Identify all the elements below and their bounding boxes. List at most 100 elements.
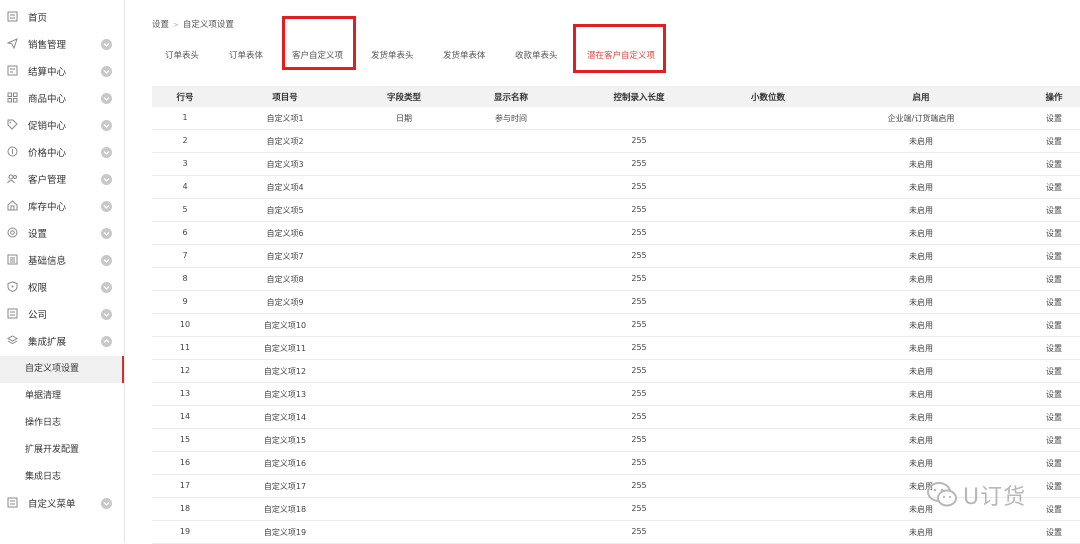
settings-link[interactable]: 设置 (1046, 182, 1062, 193)
table-cell: 未启用 (909, 183, 933, 192)
shield-icon (7, 281, 18, 292)
settings-link[interactable]: 设置 (1046, 527, 1062, 538)
company-icon (7, 308, 18, 319)
table-cell: 自定义项8 (266, 275, 304, 284)
table-cell: 6 (182, 228, 188, 237)
table-cell: 11 (179, 343, 191, 352)
breadcrumb: 设置 > 自定义项设置 (152, 18, 234, 30)
settings-link[interactable]: 设置 (1046, 320, 1062, 331)
sidebar-subitem-label: 自定义项设置 (25, 364, 80, 374)
table-cell: 未启用 (909, 459, 933, 468)
chevron-down-icon[interactable] (101, 39, 112, 50)
sidebar-item[interactable]: 集成扩展 (0, 329, 124, 356)
table-row: 16 自定义项16 255 未启用 设置 (152, 452, 1080, 475)
column-header: 项目号 (272, 93, 298, 103)
chevron-down-icon[interactable] (101, 147, 112, 158)
table-cell: 日期 (396, 114, 412, 123)
chevron-down-icon[interactable] (101, 66, 112, 77)
sidebar-subitem[interactable]: 扩展开发配置 (0, 437, 122, 464)
breadcrumb-root[interactable]: 设置 (152, 20, 169, 30)
chevron-down-icon[interactable] (101, 174, 112, 185)
sidebar-item[interactable]: 公司 (0, 302, 124, 329)
chevron-down-icon[interactable] (101, 255, 112, 266)
table-cell: 自定义项17 (263, 482, 307, 491)
sidebar-item[interactable]: 库存中心 (0, 194, 124, 221)
table-cell: 16 (179, 458, 191, 467)
settings-link[interactable]: 设置 (1046, 343, 1062, 354)
sidebar-item-label: 库存中心 (28, 202, 67, 213)
table-cell: 255 (631, 159, 647, 168)
sidebar-subitem[interactable]: 自定义项设置 (0, 356, 124, 383)
settings-link[interactable]: 设置 (1046, 136, 1062, 147)
sidebar-subitem[interactable]: 单据清理 (0, 383, 122, 410)
sidebar-item[interactable]: 自定义菜单 (0, 491, 124, 518)
sidebar-item[interactable]: 销售管理 (0, 32, 124, 59)
table-cell: 255 (631, 458, 647, 467)
sidebar-item[interactable]: 基础信息 (0, 248, 124, 275)
table-cell: 自定义项5 (266, 206, 304, 215)
chevron-down-icon[interactable] (101, 201, 112, 212)
tab-2[interactable]: 订单表体 (229, 49, 263, 61)
sidebar-item[interactable]: 商品中心 (0, 86, 124, 113)
settlement-icon (7, 65, 18, 76)
settings-link[interactable]: 设置 (1046, 297, 1062, 308)
tab-4[interactable]: 发货单表头 (371, 49, 414, 61)
table-cell: 17 (179, 481, 191, 490)
table-cell: 未启用 (909, 298, 933, 307)
settings-link[interactable]: 设置 (1046, 366, 1062, 377)
breadcrumb-separator-icon: > (173, 21, 179, 29)
chevron-up-icon[interactable] (101, 336, 112, 347)
settings-link[interactable]: 设置 (1046, 458, 1062, 469)
chevron-down-icon[interactable] (101, 93, 112, 104)
sidebar-item[interactable]: 权限 (0, 275, 124, 302)
table-cell: 255 (631, 228, 647, 237)
table-cell: 13 (179, 389, 191, 398)
sidebar-item[interactable]: 促销中心 (0, 113, 124, 140)
sidebar-item[interactable]: 结算中心 (0, 59, 124, 86)
tab-5[interactable]: 发货单表体 (443, 49, 486, 61)
table-row: 13 自定义项13 255 未启用 设置 (152, 383, 1080, 406)
layers-icon (7, 335, 18, 345)
wechat-icon (927, 482, 957, 507)
table-cell: 自定义项12 (263, 367, 307, 376)
send-icon (7, 38, 18, 49)
table-cell: 255 (631, 297, 647, 306)
settings-link[interactable]: 设置 (1046, 435, 1062, 446)
tab-1[interactable]: 订单表头 (165, 49, 199, 61)
sidebar-item[interactable]: 首页 (0, 5, 124, 32)
sidebar-item-label: 商品中心 (28, 94, 67, 105)
chevron-down-icon[interactable] (101, 228, 112, 239)
table-cell: 8 (182, 274, 188, 283)
sidebar-item[interactable]: 客户管理 (0, 167, 124, 194)
table-cell: 未启用 (909, 436, 933, 445)
column-header: 显示名称 (493, 93, 529, 103)
table-cell: 255 (631, 527, 647, 536)
chevron-down-icon[interactable] (101, 282, 112, 293)
settings-link[interactable]: 设置 (1046, 251, 1062, 262)
tab-6[interactable]: 收款单表头 (515, 49, 558, 61)
sidebar-subitem[interactable]: 操作日志 (0, 410, 122, 437)
sidebar-item-label: 集成扩展 (28, 337, 67, 348)
table-cell: 自定义项13 (263, 390, 307, 399)
settings-link[interactable]: 设置 (1046, 389, 1062, 400)
settings-link[interactable]: 设置 (1046, 113, 1062, 124)
customers-icon (7, 174, 17, 184)
chevron-down-icon[interactable] (101, 309, 112, 320)
settings-link[interactable]: 设置 (1046, 412, 1062, 423)
grid-icon (7, 92, 18, 103)
table-cell: 255 (631, 320, 647, 329)
sidebar-subitem[interactable]: 集成日志 (0, 464, 122, 491)
table-cell: 2 (182, 136, 188, 145)
sidebar-item-label: 结算中心 (28, 67, 67, 78)
chevron-down-icon[interactable] (101, 120, 112, 131)
table-cell: 自定义项16 (263, 459, 307, 468)
sidebar-item[interactable]: 价格中心 (0, 140, 124, 167)
settings-link[interactable]: 设置 (1046, 159, 1062, 170)
sidebar-item[interactable]: 设置 (0, 221, 124, 248)
chevron-down-icon[interactable] (101, 498, 112, 509)
settings-link[interactable]: 设置 (1046, 274, 1062, 285)
column-header: 启用 (912, 93, 930, 103)
settings-link[interactable]: 设置 (1046, 228, 1062, 239)
table-cell: 255 (631, 251, 647, 260)
settings-link[interactable]: 设置 (1046, 205, 1062, 216)
